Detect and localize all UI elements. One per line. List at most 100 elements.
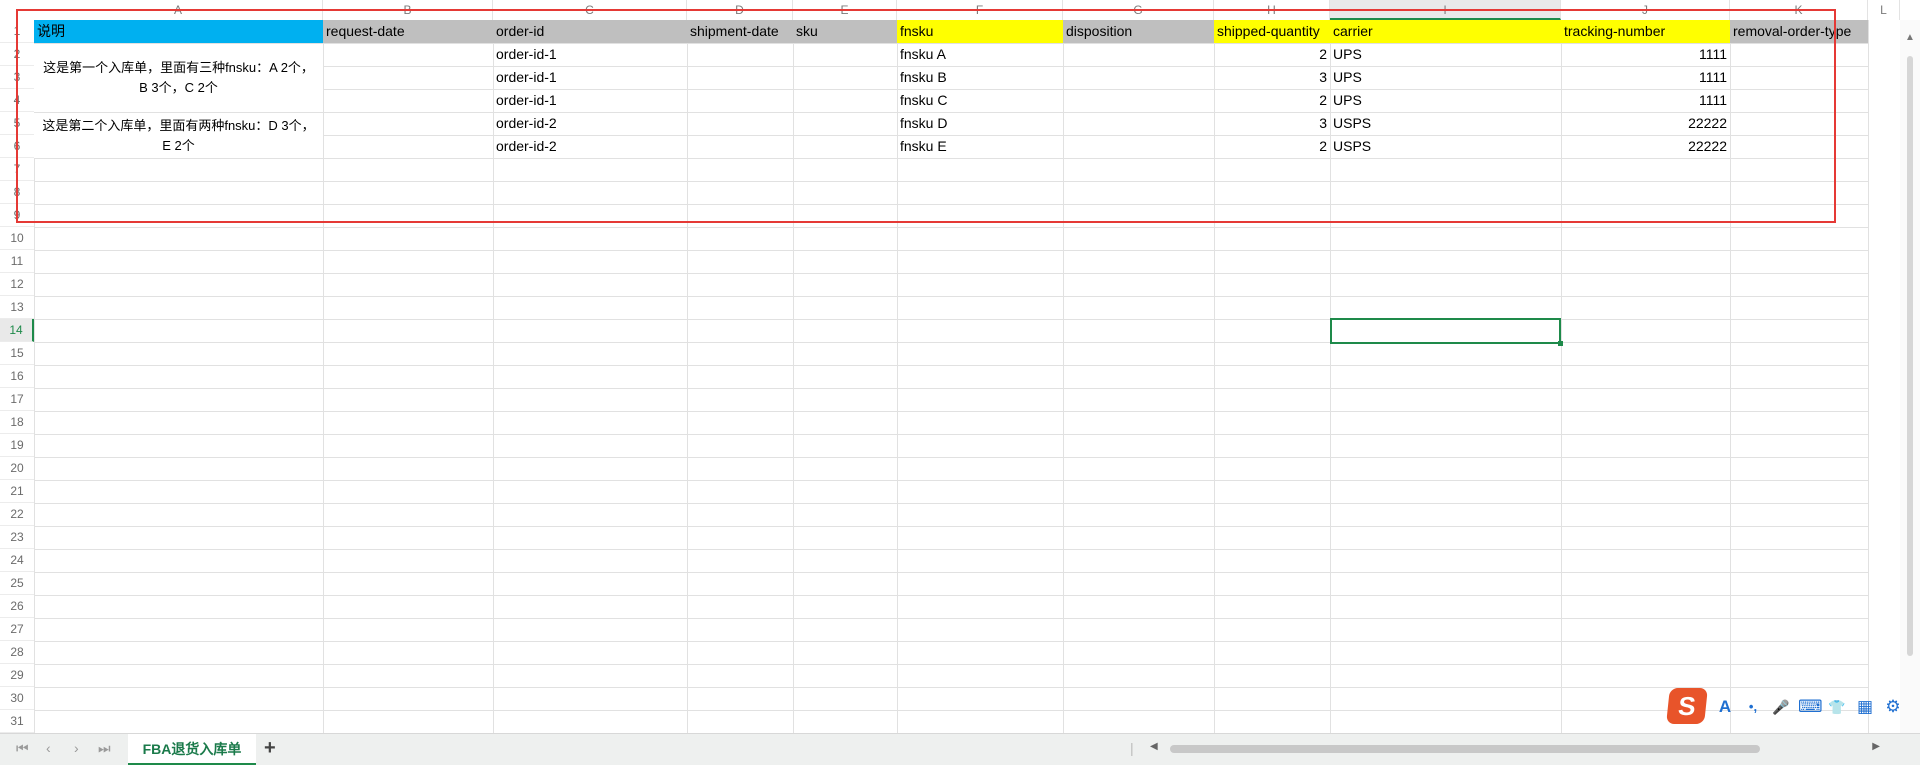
column-header-h[interactable]: H (1214, 0, 1330, 20)
column-header-g[interactable]: G (1063, 0, 1214, 20)
row-header-26[interactable]: 26 (0, 595, 34, 618)
carrier-cell[interactable]: UPS (1330, 43, 1561, 66)
header-cell-g[interactable]: disposition (1063, 20, 1214, 43)
scroll-left-icon[interactable]: ◀ (1150, 741, 1158, 752)
row-header-28[interactable]: 28 (0, 641, 34, 664)
horizontal-scrollbar[interactable]: | ◀ ▶ (1130, 740, 1880, 758)
selected-cell-i14[interactable] (1330, 318, 1563, 346)
row-header-20[interactable]: 20 (0, 457, 34, 480)
microphone-icon[interactable]: 🎤 (1770, 696, 1792, 718)
row-header-24[interactable]: 24 (0, 549, 34, 572)
fnsku-cell[interactable]: fnsku A (897, 43, 1063, 66)
header-cell-k[interactable]: removal-order-type (1730, 20, 1868, 43)
tracking-number-cell[interactable]: 22222 (1561, 112, 1730, 135)
column-header-f[interactable]: F (897, 0, 1063, 20)
column-header-a[interactable]: A (34, 0, 323, 20)
cell-grid[interactable]: 说明 request-date order-id shipment-date sku fn… (34, 20, 1884, 733)
scroll-right-icon[interactable]: ▶ (1872, 741, 1880, 752)
fnsku-cell[interactable]: fnsku E (897, 135, 1063, 158)
row-header-25[interactable]: 25 (0, 572, 34, 595)
tracking-number-cell[interactable]: 22222 (1561, 135, 1730, 158)
header-cell-j[interactable]: tracking-number (1561, 20, 1730, 43)
vertical-scroll-thumb[interactable] (1907, 56, 1913, 656)
row-header-1[interactable]: 1 (0, 20, 34, 43)
row-header-27[interactable]: 27 (0, 618, 34, 641)
shipped-quantity-cell[interactable]: 2 (1214, 135, 1330, 158)
carrier-cell[interactable]: USPS (1330, 135, 1561, 158)
header-cell-d[interactable]: shipment-date (687, 20, 793, 43)
order-id-cell[interactable]: order-id-2 (493, 135, 687, 158)
row-header-11[interactable]: 11 (0, 250, 34, 273)
row-header-10[interactable]: 10 (0, 227, 34, 250)
sheet-tab-fba[interactable]: FBA退货入库单 (128, 734, 256, 765)
row-header-15[interactable]: 15 (0, 342, 34, 365)
order-id-cell[interactable]: order-id-1 (493, 43, 687, 66)
header-cell-i[interactable]: carrier (1330, 20, 1561, 43)
row-header-29[interactable]: 29 (0, 664, 34, 687)
first-sheet-icon[interactable]: ⏮ (16, 740, 29, 757)
prev-sheet-icon[interactable]: ‹ (46, 740, 51, 756)
row-header-30[interactable]: 30 (0, 687, 34, 710)
row-header-23[interactable]: 23 (0, 526, 34, 549)
carrier-cell[interactable]: UPS (1330, 66, 1561, 89)
note-cell-1[interactable]: 这是第一个入库单，里面有三种fnsku：A 2个，B 3个，C 2个 (34, 44, 323, 112)
row-header-7[interactable]: 7 (0, 158, 34, 181)
add-sheet-button[interactable]: + (264, 737, 276, 760)
row-header-4[interactable]: 4 (0, 89, 34, 112)
settings-icon[interactable]: ⚙ (1882, 696, 1904, 718)
punctuation-icon[interactable]: •, (1742, 696, 1764, 718)
header-cell-e[interactable]: sku (793, 20, 897, 43)
row-header-21[interactable]: 21 (0, 480, 34, 503)
shipped-quantity-cell[interactable]: 2 (1214, 43, 1330, 66)
column-header-d[interactable]: D (687, 0, 793, 20)
row-header-22[interactable]: 22 (0, 503, 34, 526)
header-cell-c[interactable]: order-id (493, 20, 687, 43)
font-a-icon[interactable]: A (1714, 696, 1736, 718)
row-header-2[interactable]: 2 (0, 43, 34, 66)
row-header-19[interactable]: 19 (0, 434, 34, 457)
row-header-13[interactable]: 13 (0, 296, 34, 319)
tracking-number-cell[interactable]: 1111 (1561, 66, 1730, 89)
shipped-quantity-cell[interactable]: 3 (1214, 112, 1330, 135)
carrier-cell[interactable]: USPS (1330, 112, 1561, 135)
horizontal-scroll-thumb[interactable] (1170, 745, 1760, 753)
fnsku-cell[interactable]: fnsku B (897, 66, 1063, 89)
scroll-up-icon[interactable]: ▲ (1905, 32, 1915, 43)
header-cell-f[interactable]: fnsku (897, 20, 1063, 43)
row-header-5[interactable]: 5 (0, 112, 34, 135)
fnsku-cell[interactable]: fnsku C (897, 89, 1063, 112)
column-header-i[interactable]: I (1330, 0, 1561, 20)
header-cell-b[interactable]: request-date (323, 20, 493, 43)
sogou-logo-icon[interactable]: S (1666, 688, 1708, 724)
order-id-cell[interactable]: order-id-2 (493, 112, 687, 135)
column-header-l[interactable]: L (1868, 0, 1900, 20)
header-cell-a[interactable]: 说明 (34, 20, 323, 43)
note-cell-2[interactable]: 这是第二个入库单，里面有两种fnsku：D 3个，E 2个 (34, 113, 323, 158)
last-sheet-icon[interactable]: ⏭ (98, 740, 111, 757)
row-header-9[interactable]: 9 (0, 204, 34, 227)
column-header-b[interactable]: B (323, 0, 493, 20)
column-header-j[interactable]: J (1561, 0, 1730, 20)
row-header-12[interactable]: 12 (0, 273, 34, 296)
fnsku-cell[interactable]: fnsku D (897, 112, 1063, 135)
row-header-8[interactable]: 8 (0, 181, 34, 204)
row-header-18[interactable]: 18 (0, 411, 34, 434)
next-sheet-icon[interactable]: › (74, 740, 79, 756)
fill-handle[interactable] (1558, 341, 1563, 346)
header-cell-h[interactable]: shipped-quantity (1214, 20, 1330, 43)
spreadsheet-area[interactable]: ABCDEFGHIJKL 1 2 3 4 5 6 7 8 9 10 11 12 13 14 15 16 17 18… (0, 0, 1920, 733)
shipped-quantity-cell[interactable]: 3 (1214, 66, 1330, 89)
shipped-quantity-cell[interactable]: 2 (1214, 89, 1330, 112)
row-header-16[interactable]: 16 (0, 365, 34, 388)
order-id-cell[interactable]: order-id-1 (493, 89, 687, 112)
order-id-cell[interactable]: order-id-1 (493, 66, 687, 89)
row-header-14[interactable]: 14 (0, 319, 34, 342)
row-header-3[interactable]: 3 (0, 66, 34, 89)
row-header-6[interactable]: 6 (0, 135, 34, 158)
row-header-17[interactable]: 17 (0, 388, 34, 411)
skin-icon[interactable]: 👕 (1826, 696, 1848, 718)
column-header-k[interactable]: K (1730, 0, 1868, 20)
tracking-number-cell[interactable]: 1111 (1561, 43, 1730, 66)
apps-grid-icon[interactable]: ▦ (1854, 696, 1876, 718)
row-header-31[interactable]: 31 (0, 710, 34, 733)
